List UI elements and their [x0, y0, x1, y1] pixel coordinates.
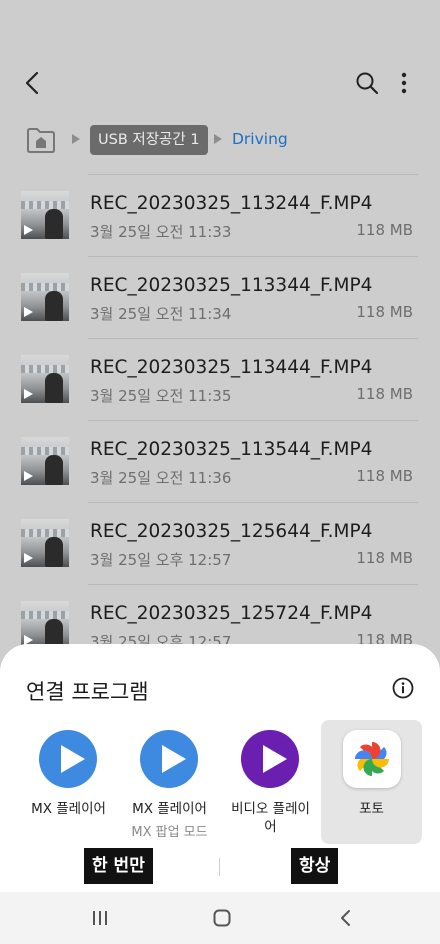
- list-item[interactable]: REC_20230325_113244_F.MP4 3월 25일 오전 11:3…: [0, 174, 440, 256]
- breadcrumb-current-folder: Driving: [232, 130, 288, 148]
- file-name: REC_20230325_125724_F.MP4: [90, 603, 373, 624]
- file-date: 3월 25일 오전 11:34: [90, 305, 232, 323]
- file-size: 118 MB: [356, 221, 413, 239]
- just-once-button[interactable]: 한 번만: [84, 848, 153, 884]
- list-item[interactable]: REC_20230325_125644_F.MP4 3월 25일 오후 12:5…: [0, 502, 440, 584]
- file-size: 118 MB: [356, 549, 413, 567]
- play-icon: [24, 471, 33, 481]
- file-size: 118 MB: [356, 303, 413, 321]
- video-thumbnail: [21, 601, 69, 649]
- file-size: 118 MB: [356, 467, 413, 485]
- app-option-mx-player-popup[interactable]: MX 플레이어 MX 팝업 모드: [119, 720, 220, 844]
- action-buttons: 한 번만 항상: [0, 848, 440, 888]
- play-icon: [24, 225, 33, 235]
- breadcrumb-separator-icon: [72, 134, 80, 144]
- top-app-bar: [0, 60, 440, 104]
- breadcrumb-storage[interactable]: USB 저장공간 1: [90, 125, 208, 155]
- info-icon[interactable]: [392, 677, 414, 699]
- always-button[interactable]: 항상: [291, 848, 339, 884]
- app-label: MX 플레이어: [31, 801, 106, 817]
- button-divider: [219, 858, 220, 876]
- app-option-photos[interactable]: 포토: [321, 720, 422, 844]
- open-with-bottom-sheet: 연결 프로그램 MX 플레이어 MX 플레이어 MX 팝업 모드 비디오 플레이…: [0, 644, 440, 892]
- video-thumbnail: [21, 519, 69, 567]
- file-date: 3월 25일 오전 11:33: [90, 223, 232, 241]
- play-icon: [24, 307, 33, 317]
- play-icon: [24, 389, 33, 399]
- list-item[interactable]: REC_20230325_113344_F.MP4 3월 25일 오전 11:3…: [0, 256, 440, 338]
- breadcrumb-separator-icon: [214, 134, 222, 144]
- mx-player-popup-icon: [140, 730, 198, 788]
- file-list: REC_20230325_113244_F.MP4 3월 25일 오전 11:3…: [0, 174, 440, 666]
- home-icon[interactable]: [212, 908, 232, 928]
- breadcrumb: USB 저장공간 1 Driving: [26, 124, 426, 156]
- recents-icon[interactable]: [90, 908, 110, 928]
- sheet-title: 연결 프로그램: [26, 680, 149, 704]
- video-player-icon: [241, 730, 299, 788]
- mx-player-icon: [39, 730, 97, 788]
- app-option-video-player[interactable]: 비디오 플레이어: [220, 720, 321, 844]
- file-name: REC_20230325_113544_F.MP4: [90, 439, 373, 460]
- file-name: REC_20230325_125644_F.MP4: [90, 521, 373, 542]
- app-sublabel: MX 팝업 모드: [131, 825, 208, 840]
- file-name: REC_20230325_113344_F.MP4: [90, 275, 373, 296]
- video-thumbnail: [21, 437, 69, 485]
- file-date: 3월 25일 오후 12:57: [90, 551, 232, 569]
- video-thumbnail: [21, 355, 69, 403]
- app-label: MX 플레이어: [132, 801, 207, 817]
- home-folder-icon[interactable]: [26, 126, 56, 154]
- file-name: REC_20230325_113244_F.MP4: [90, 193, 373, 214]
- video-thumbnail: [21, 191, 69, 239]
- app-label: 비디오 플레이어: [231, 801, 310, 835]
- system-nav-bar: [0, 892, 440, 944]
- more-options-icon[interactable]: [392, 68, 416, 98]
- file-date: 3월 25일 오전 11:36: [90, 469, 232, 487]
- app-chooser: MX 플레이어 MX 플레이어 MX 팝업 모드 비디오 플레이어 포토: [0, 720, 440, 844]
- file-size: 118 MB: [356, 385, 413, 403]
- list-item[interactable]: REC_20230325_113544_F.MP4 3월 25일 오전 11:3…: [0, 420, 440, 502]
- google-photos-icon: [343, 730, 401, 788]
- app-option-mx-player[interactable]: MX 플레이어: [18, 720, 119, 844]
- file-date: 3월 25일 오전 11:35: [90, 387, 232, 405]
- list-item[interactable]: REC_20230325_113444_F.MP4 3월 25일 오전 11:3…: [0, 338, 440, 420]
- nav-back-icon[interactable]: [336, 908, 356, 928]
- file-name: REC_20230325_113444_F.MP4: [90, 357, 373, 378]
- search-icon[interactable]: [352, 68, 382, 98]
- back-icon[interactable]: [18, 68, 48, 98]
- video-thumbnail: [21, 273, 69, 321]
- play-icon: [24, 553, 33, 563]
- app-label: 포토: [359, 801, 384, 817]
